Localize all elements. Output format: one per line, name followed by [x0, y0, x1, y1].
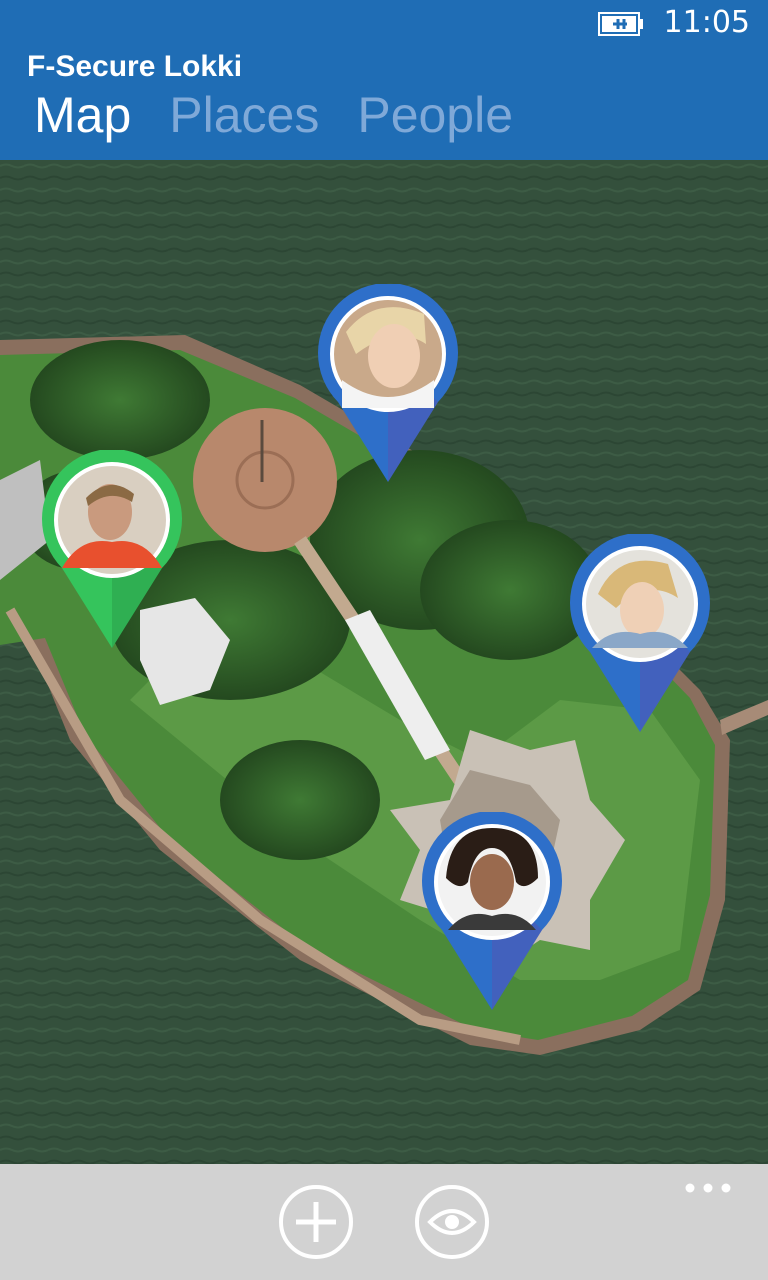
clock: 11:05	[663, 5, 750, 40]
battery-charging-icon	[598, 12, 643, 36]
tab-map[interactable]: Map	[34, 86, 131, 144]
map-pin-icon	[42, 450, 182, 648]
add-icon[interactable]	[278, 1184, 354, 1260]
more-icon[interactable]	[684, 1178, 732, 1198]
person-pin-1[interactable]	[316, 284, 460, 484]
map-pin-icon	[422, 812, 562, 1010]
map-pin-icon	[570, 534, 710, 732]
status-bar: 11:05	[0, 0, 768, 48]
map-view[interactable]	[0, 160, 768, 1164]
tab-people[interactable]: People	[357, 86, 513, 144]
tab-places[interactable]: Places	[169, 86, 319, 144]
header: F-Secure Lokki Map Places People	[0, 48, 768, 160]
application-bar	[0, 1164, 768, 1280]
person-pin-2[interactable]	[40, 450, 184, 650]
person-pin-3[interactable]	[568, 534, 712, 734]
eye-icon[interactable]	[414, 1184, 490, 1260]
pivot-tabs: Map Places People	[34, 86, 551, 144]
map-pin-icon	[318, 284, 458, 482]
person-pin-4[interactable]	[420, 812, 564, 1012]
app-title: F-Secure Lokki	[27, 50, 243, 83]
